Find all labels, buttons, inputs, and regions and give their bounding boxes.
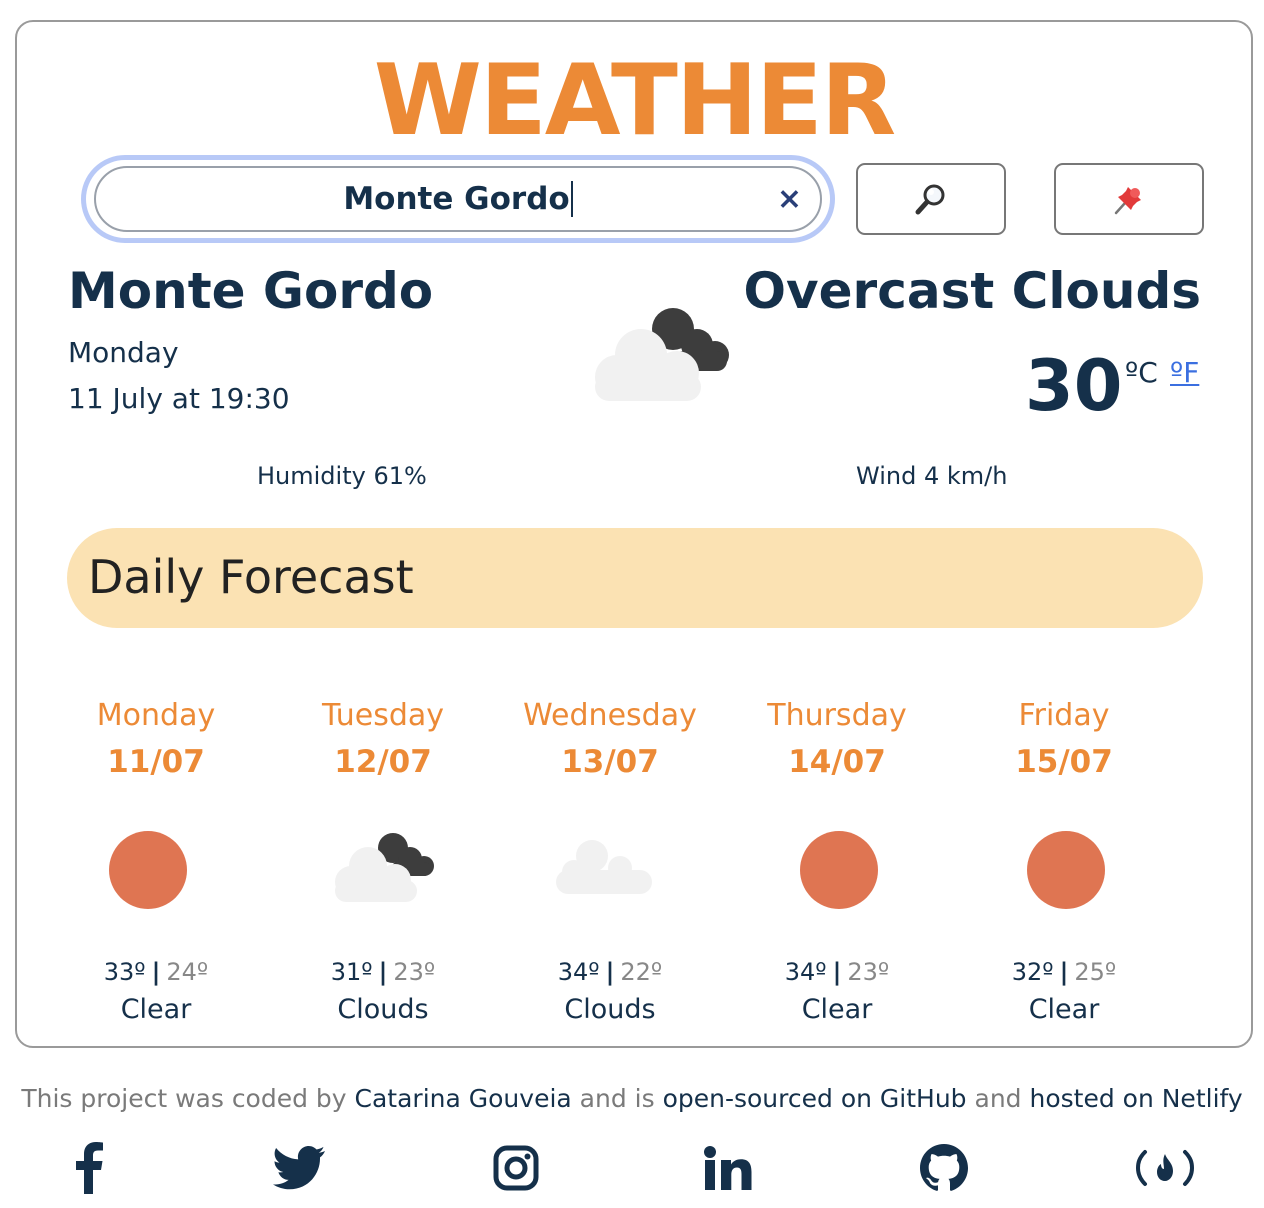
temp-separator: | [151,958,161,986]
search-focus-ring: Monte Gordo × [81,155,835,243]
github-link[interactable]: open-sourced on GitHub [663,1084,967,1113]
forecast-min-temp: 22º [620,958,663,986]
text-caret [570,181,573,217]
city-name: Monte Gordo [68,262,434,320]
forecast-day-date: 11/07 [107,744,205,780]
search-button[interactable] [856,163,1006,235]
forecast-temps: 32º | 25º [964,954,1164,990]
freecodecamp-icon [1135,1150,1195,1186]
forecast-day-date: 14/07 [788,744,886,780]
current-date: 11 July at 19:30 [68,382,290,415]
forecast-day-name: Thursday [767,698,907,733]
daily-forecast-banner: Daily Forecast [67,528,1203,628]
search-input[interactable]: Monte Gordo × [94,166,822,232]
author-link[interactable]: Catarina Gouveia [355,1084,572,1113]
clear-search-icon[interactable]: × [777,182,802,217]
netlify-link[interactable]: hosted on Netlify [1029,1084,1242,1113]
forecast-day: Wednesday 13/07 34º | 22º Clouds [510,694,710,1030]
forecast-day-date: 15/07 [1015,744,1113,780]
instagram-link[interactable] [486,1140,546,1196]
pushpin-icon [1114,187,1141,215]
github-link-icon[interactable] [914,1140,974,1196]
forecast-day-name: Wednesday [523,698,697,733]
weather-card: WEATHER Monte Gordo × Monte Gordo Monday… [15,20,1253,1048]
forecast-min-temp: 24º [166,958,209,986]
forecast-max-temp: 34º [784,958,827,986]
forecast-day: Thursday 14/07 34º | 23º Clear [737,694,937,1030]
forecast-temps: 34º | 23º [737,954,937,990]
daily-forecast-title: Daily Forecast [88,550,414,604]
dark-clouds-icon [283,826,483,926]
current-day: Monday [68,336,179,369]
sun-icon [964,826,1164,926]
fahrenheit-link[interactable]: ºF [1170,356,1199,389]
forecast-min-temp: 25º [1074,958,1117,986]
freecodecamp-link[interactable] [1135,1140,1195,1196]
wind-speed: Wind 4 km/h [856,462,1008,490]
forecast-description: Clear [120,994,192,1025]
twitter-icon [273,1146,325,1190]
temp-separator: | [378,958,388,986]
github-icon [920,1144,968,1191]
forecast-day: Monday 11/07 33º | 24º Clear [56,694,256,1030]
forecast-day-name: Friday [1018,698,1110,733]
instagram-icon [493,1145,539,1191]
forecast-max-temp: 33º [103,958,146,986]
forecast-temps: 34º | 22º [510,954,710,990]
forecast-description: Clear [1028,994,1100,1025]
forecast-max-temp: 31º [330,958,373,986]
forecast-day: Tuesday 12/07 31º | 23º Clouds [283,694,483,1030]
forecast-day-date: 13/07 [561,744,659,780]
forecast-day-name: Monday [96,698,216,733]
temp-separator: | [1059,958,1069,986]
footer-credits: This project was coded by Catarina Gouve… [0,1084,1264,1113]
forecast-max-temp: 32º [1011,958,1054,986]
footer-text: and [966,1084,1030,1113]
current-temperature: 30 [1025,345,1123,427]
forecast-temps: 31º | 23º [283,954,483,990]
forecast-description: Clouds [564,994,656,1025]
temp-separator: | [605,958,615,986]
linkedin-link[interactable] [698,1140,758,1196]
linkedin-icon [704,1146,752,1190]
humidity: Humidity 61% [257,462,427,490]
forecast-description: Clouds [337,994,429,1025]
footer-text: and is [571,1084,663,1113]
forecast-day-name: Tuesday [321,698,445,733]
current-location-button[interactable] [1054,163,1204,235]
forecast-temps: 33º | 24º [56,954,256,990]
app-title: WEATHER [373,44,897,158]
footer-text: This project was coded by [21,1084,355,1113]
cloud-icon [510,826,710,926]
facebook-icon [76,1142,103,1194]
temp-separator: | [832,958,842,986]
overcast-clouds-icon [595,308,729,401]
forecast-day-date: 12/07 [334,744,432,780]
forecast-description: Clear [801,994,873,1025]
forecast-min-temp: 23º [847,958,890,986]
forecast-max-temp: 34º [557,958,600,986]
sun-icon [56,826,256,926]
celsius-unit[interactable]: ºC [1125,356,1158,389]
search-input-value: Monte Gordo [343,181,570,217]
sun-icon [737,826,937,926]
weather-condition: Overcast Clouds [743,262,1201,320]
twitter-link[interactable] [269,1140,329,1196]
magnifier-icon [915,184,945,215]
forecast-min-temp: 23º [393,958,436,986]
facebook-link[interactable] [60,1140,120,1196]
forecast-day: Friday 15/07 32º | 25º Clear [964,694,1164,1030]
